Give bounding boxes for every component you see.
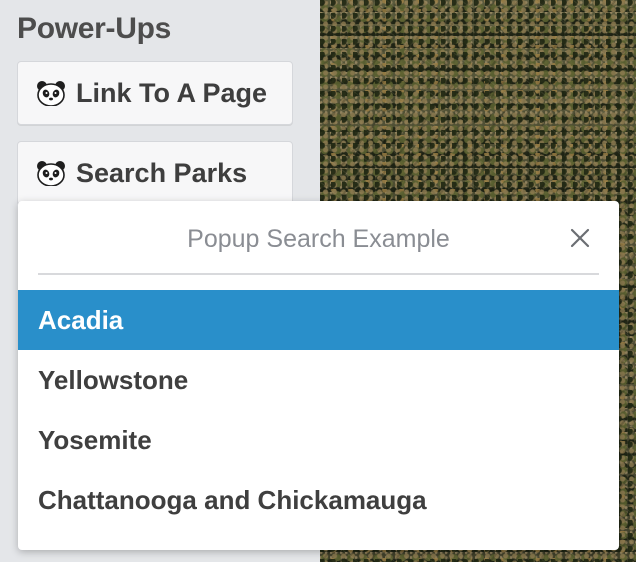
trello-board-view: Power-Ups Link To A Page Search Parks Po… — [0, 0, 636, 562]
result-item-acadia[interactable]: Acadia — [18, 290, 619, 350]
result-item-yellowstone[interactable]: Yellowstone — [18, 350, 619, 410]
close-icon[interactable] — [563, 221, 597, 255]
popup-title: Popup Search Example — [187, 225, 450, 253]
panda-icon — [36, 80, 66, 107]
popup-divider — [38, 273, 599, 275]
popup-search-dialog: Popup Search Example Acadia Yellowstone … — [18, 201, 619, 550]
link-to-a-page-button[interactable]: Link To A Page — [17, 61, 293, 125]
panda-icon — [36, 160, 66, 187]
search-parks-label: Search Parks — [76, 157, 248, 188]
result-item-yosemite[interactable]: Yosemite — [18, 410, 619, 470]
search-parks-button[interactable]: Search Parks — [17, 141, 293, 205]
search-results-list: Acadia Yellowstone Yosemite Chattanooga … — [18, 290, 619, 530]
link-to-a-page-label: Link To A Page — [76, 77, 268, 108]
power-ups-heading: Power-Ups — [17, 12, 171, 45]
popup-header: Popup Search Example — [18, 201, 619, 275]
result-item-chattanooga-and-chickamauga[interactable]: Chattanooga and Chickamauga — [18, 470, 619, 530]
